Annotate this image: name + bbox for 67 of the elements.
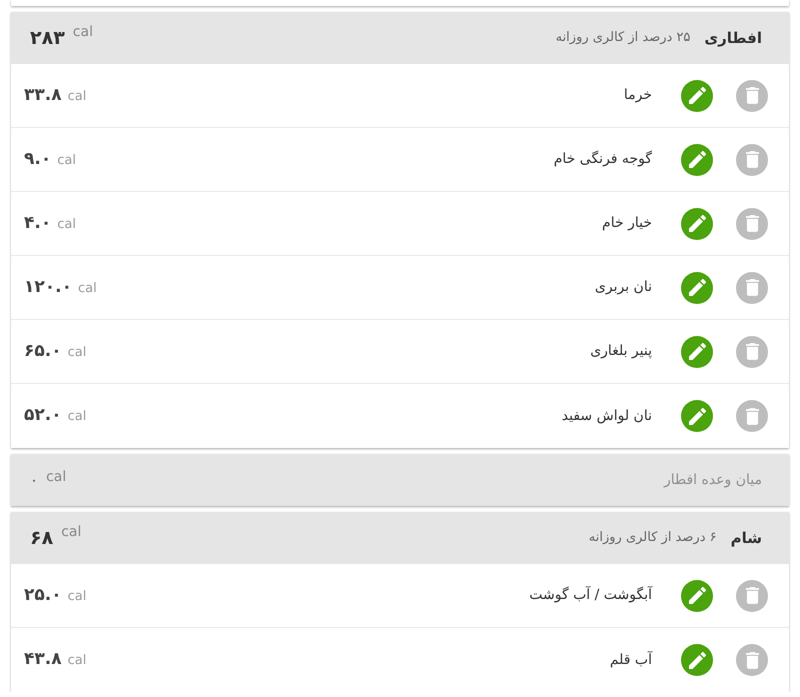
meal-calories: ۶۸ xyxy=(30,528,54,548)
meal-title: افطاری xyxy=(704,28,762,49)
delete-button[interactable] xyxy=(736,580,768,612)
food-name: گوجه فرنگی خام xyxy=(554,150,652,169)
food-calories: ۹.۰ xyxy=(24,148,52,171)
food-calories: ۳۳.۸ xyxy=(24,84,62,107)
edit-button[interactable] xyxy=(681,400,713,432)
pencil-icon xyxy=(688,408,706,424)
edit-button[interactable] xyxy=(681,336,713,368)
pencil-icon xyxy=(688,343,706,360)
edit-button[interactable] xyxy=(681,644,713,676)
pencil-icon xyxy=(688,151,706,168)
calorie-unit: cal xyxy=(68,408,86,426)
meal-calories: ۲۸۳ xyxy=(30,28,65,48)
pencil-icon xyxy=(688,279,706,296)
delete-button[interactable] xyxy=(736,400,768,432)
food-name: آب قلم xyxy=(610,650,652,670)
trash-icon xyxy=(746,151,758,168)
trash-icon xyxy=(746,587,758,604)
delete-button[interactable] xyxy=(736,272,768,304)
calorie-unit: cal xyxy=(68,88,86,106)
calorie-unit: cal xyxy=(68,344,86,362)
meal-calories: ۰ xyxy=(30,472,38,488)
calorie-unit: cal xyxy=(61,525,82,539)
food-calories: ۴۳.۸ xyxy=(24,648,62,672)
edit-button[interactable] xyxy=(681,80,713,112)
pencil-icon xyxy=(688,652,706,668)
food-name: خیار خام xyxy=(602,214,652,233)
edit-button[interactable] xyxy=(681,580,713,612)
meal-subtitle: ۶ درصد از کالری روزانه xyxy=(588,529,717,548)
pencil-icon xyxy=(688,215,706,232)
calorie-unit: cal xyxy=(68,588,86,606)
food-name: نان بربری xyxy=(594,278,652,297)
calorie-unit: cal xyxy=(46,470,66,484)
delete-button[interactable] xyxy=(736,208,768,240)
food-calories: ۱۲۰.۰ xyxy=(24,276,72,299)
meal-title: میان وعده افطار xyxy=(664,470,762,490)
food-name: آبگوشت / آب گوشت xyxy=(529,585,652,605)
trash-icon xyxy=(746,652,758,668)
meal-title: شام xyxy=(730,528,762,549)
trash-icon xyxy=(746,279,758,296)
trash-icon xyxy=(746,215,758,232)
pencil-icon xyxy=(688,87,706,104)
food-calories: ۴.۰ xyxy=(24,212,52,235)
calorie-unit: cal xyxy=(57,216,76,234)
pencil-icon xyxy=(688,587,706,604)
food-name: پنیر بلغاری xyxy=(590,342,652,361)
edit-button[interactable] xyxy=(681,144,713,176)
meal-subtitle: ۲۵ درصد از کالری روزانه xyxy=(556,29,690,48)
calorie-unit: cal xyxy=(72,25,93,39)
food-name: نان لواش سفید xyxy=(562,406,652,426)
delete-button[interactable] xyxy=(736,644,768,676)
delete-button[interactable] xyxy=(736,336,768,368)
trash-icon xyxy=(746,343,758,360)
delete-button[interactable] xyxy=(736,144,768,176)
calorie-unit: cal xyxy=(57,152,76,170)
food-calories: ۵۲.۰ xyxy=(24,404,62,428)
food-calories: ۲۵.۰ xyxy=(24,584,62,607)
food-name: خرما xyxy=(624,86,652,105)
delete-button[interactable] xyxy=(736,80,768,112)
calorie-unit: cal xyxy=(68,652,86,670)
calorie-unit: cal xyxy=(78,280,97,298)
edit-button[interactable] xyxy=(681,272,713,304)
food-calories: ۶۵.۰ xyxy=(24,340,62,363)
trash-icon xyxy=(746,408,758,424)
trash-icon xyxy=(746,87,758,104)
edit-button[interactable] xyxy=(681,208,713,240)
